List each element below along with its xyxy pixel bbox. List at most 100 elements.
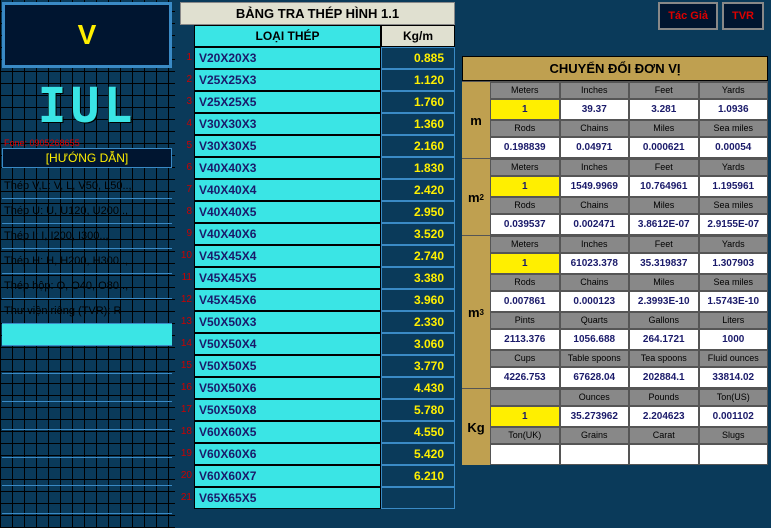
steel-weight: 3.380 [381, 267, 455, 289]
conv-value: 202884.1 [629, 367, 699, 388]
steel-name[interactable]: V45X45X6 [194, 289, 381, 311]
steel-weight: 1.830 [381, 157, 455, 179]
steel-name[interactable]: V40X40X6 [194, 223, 381, 245]
conv-value: 67628.04 [560, 367, 630, 388]
conv-header: Gallons [629, 312, 699, 329]
conv-header: Yards [699, 236, 769, 253]
row-index: 7 [180, 179, 194, 201]
table-title: BẢNG TRA THÉP HÌNH 1.1 [180, 2, 455, 25]
steel-name[interactable]: V60X60X5 [194, 421, 381, 443]
grid-cell [2, 374, 172, 402]
steel-weight: 2.740 [381, 245, 455, 267]
nav-blank[interactable] [2, 324, 172, 346]
steel-weight: 6.210 [381, 465, 455, 487]
row-index: 16 [180, 377, 194, 399]
nav-item-0[interactable]: Thép V,L: V, L, V50, L50.., [2, 174, 172, 199]
col-header-weight: Kg/m [381, 25, 455, 47]
steel-type-symbol: V [2, 2, 172, 68]
conv-header: Ton(US) [699, 389, 769, 406]
conv-header: Quarts [560, 312, 630, 329]
steel-weight: 2.950 [381, 201, 455, 223]
conv-value: 0.000621 [629, 137, 699, 158]
steel-name[interactable]: V45X45X5 [194, 267, 381, 289]
steel-name[interactable]: V50X50X6 [194, 377, 381, 399]
conv-header: Slugs [699, 427, 769, 444]
steel-weight: 3.770 [381, 355, 455, 377]
steel-weight: 1.760 [381, 91, 455, 113]
steel-name[interactable]: V45X45X4 [194, 245, 381, 267]
author-button[interactable]: Tác Giả [658, 2, 718, 30]
conv-value[interactable]: 1 [490, 99, 560, 120]
conv-value: 3.8612E-07 [629, 214, 699, 235]
nav-item-3[interactable]: Thép H: H, H200, H300.., [2, 249, 172, 274]
conv-header: Feet [629, 82, 699, 99]
steel-name[interactable]: V25X25X5 [194, 91, 381, 113]
steel-weight: 3.960 [381, 289, 455, 311]
nav-item-1[interactable]: Thép U: U, U120, U200.., [2, 199, 172, 224]
row-index: 3 [180, 91, 194, 113]
nav-item-4[interactable]: Thép hộp: O, O40, O80.., [2, 274, 172, 299]
conv-header: Feet [629, 159, 699, 176]
nav-item-5[interactable]: Thư viện riêng (TVR): R [2, 299, 172, 324]
steel-name[interactable]: V40X40X4 [194, 179, 381, 201]
row-index: 10 [180, 245, 194, 267]
tvr-button[interactable]: TVR [722, 2, 764, 30]
steel-name[interactable]: V50X50X4 [194, 333, 381, 355]
col-header-type: LOẠI THÉP [194, 25, 381, 47]
conv-value: 10.764961 [629, 176, 699, 197]
steel-name[interactable]: V20X20X3 [194, 47, 381, 69]
steel-name[interactable]: V50X50X3 [194, 311, 381, 333]
steel-name[interactable]: V60X60X6 [194, 443, 381, 465]
conv-value: 0.001102 [699, 406, 769, 427]
unit-label: m2 [462, 159, 490, 235]
conv-header: Chains [560, 274, 630, 291]
nav-item-2[interactable]: Thép I: I, I200, I300.., [2, 224, 172, 249]
conv-value: 35.273962 [560, 406, 630, 427]
steel-name[interactable]: V50X50X5 [194, 355, 381, 377]
conv-header: Meters [490, 236, 560, 253]
conv-value: 3.281 [629, 99, 699, 120]
guide-button[interactable]: [HƯỚNG DẪN] [2, 148, 172, 168]
row-index: 19 [180, 443, 194, 465]
conv-value[interactable]: 1 [490, 406, 560, 427]
conv-value: 0.198839 [490, 137, 560, 158]
conv-header: Sea miles [699, 274, 769, 291]
unit-label: m [462, 82, 490, 158]
steel-name[interactable]: V65X65X5 [194, 487, 381, 509]
conv-header: Feet [629, 236, 699, 253]
row-index: 17 [180, 399, 194, 421]
steel-name[interactable]: V30X30X3 [194, 113, 381, 135]
conv-header: Yards [699, 82, 769, 99]
conv-header: Meters [490, 159, 560, 176]
conv-value: 0.00054 [699, 137, 769, 158]
conv-header: Grains [560, 427, 630, 444]
conv-header: Miles [629, 197, 699, 214]
conv-header: Miles [629, 120, 699, 137]
steel-name[interactable]: V25X25X3 [194, 69, 381, 91]
steel-weight: 4.550 [381, 421, 455, 443]
conv-header: Inches [560, 82, 630, 99]
steel-weight: 4.430 [381, 377, 455, 399]
steel-name[interactable]: V50X50X8 [194, 399, 381, 421]
steel-weight: 2.420 [381, 179, 455, 201]
row-index: 2 [180, 69, 194, 91]
conv-value [629, 444, 699, 465]
grid-cell [2, 430, 172, 458]
conv-header: Pounds [629, 389, 699, 406]
conv-value: 1000 [699, 329, 769, 350]
row-index: 21 [180, 487, 194, 509]
conv-value[interactable]: 1 [490, 176, 560, 197]
steel-weight: 5.420 [381, 443, 455, 465]
conv-value[interactable]: 1 [490, 253, 560, 274]
phone-text: Fone: 0905268655 [2, 138, 172, 148]
steel-name[interactable]: V40X40X5 [194, 201, 381, 223]
steel-name[interactable]: V30X30X5 [194, 135, 381, 157]
conv-header: Rods [490, 274, 560, 291]
conv-value: 4226.753 [490, 367, 560, 388]
steel-name[interactable]: V60X60X7 [194, 465, 381, 487]
steel-name[interactable]: V40X40X3 [194, 157, 381, 179]
conv-value: 1.195961 [699, 176, 769, 197]
conv-header: Rods [490, 120, 560, 137]
row-index: 20 [180, 465, 194, 487]
conv-value: 61023.378 [560, 253, 630, 274]
